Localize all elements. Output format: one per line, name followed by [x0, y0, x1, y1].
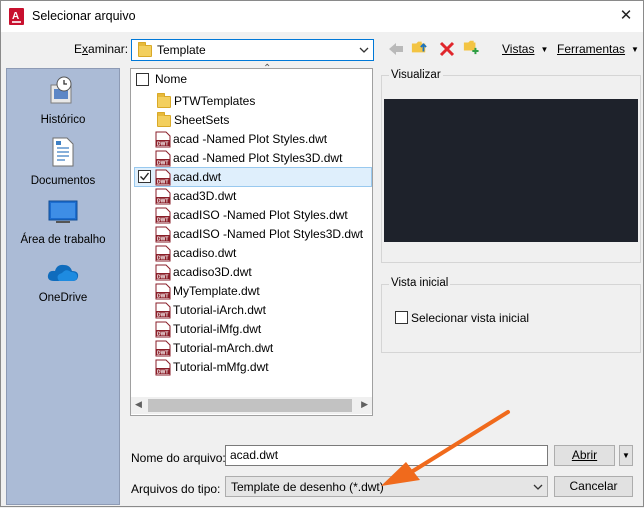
file-name-label: Nome do arquivo:	[131, 451, 226, 465]
list-item[interactable]: DWT acadISO -Named Plot Styles.dwt	[155, 206, 371, 225]
svg-text:DWT: DWT	[157, 142, 168, 148]
list-item[interactable]: DWT acad -Named Plot Styles3D.dwt	[155, 149, 371, 168]
dwt-file-icon: DWT	[155, 321, 171, 338]
file-type-combo[interactable]: Template de desenho (*.dwt)	[225, 476, 548, 497]
file-type-value: Template de desenho (*.dwt)	[231, 480, 384, 494]
dropdown-arrow-icon: ▼	[540, 45, 549, 54]
list-item[interactable]: DWT acadiso3D.dwt	[155, 263, 371, 282]
folder-icon	[138, 42, 152, 57]
new-folder-icon[interactable]	[462, 39, 480, 55]
scroll-right-icon[interactable]: ▶	[361, 399, 368, 410]
list-item[interactable]: SheetSets	[156, 111, 372, 130]
checkmark-icon	[140, 172, 150, 181]
documents-icon	[52, 137, 74, 167]
folder-up-icon[interactable]	[410, 39, 428, 55]
preview-image	[384, 99, 638, 242]
list-item-selected[interactable]: DWT acad.dwt	[155, 168, 371, 187]
dwt-file-icon: DWT	[155, 188, 171, 205]
onedrive-icon	[47, 264, 79, 281]
preview-title: Visualizar	[389, 69, 443, 81]
list-item[interactable]: DWT Tutorial-iArch.dwt	[155, 301, 371, 320]
initial-view-title: Vista inicial	[389, 277, 451, 289]
folder-icon	[157, 112, 171, 127]
dwt-file-icon: DWT	[155, 245, 171, 262]
tools-menu-button[interactable]: Ferramentas ▼	[557, 42, 639, 56]
dwt-file-icon: DWT	[155, 283, 171, 300]
svg-text:DWT: DWT	[157, 218, 168, 224]
select-initial-view-checkbox[interactable]	[395, 311, 408, 324]
dwt-file-icon: DWT	[155, 150, 171, 167]
list-item[interactable]: DWT Tutorial-iMfg.dwt	[155, 320, 371, 339]
look-in-value: Template	[157, 43, 206, 57]
cancel-button[interactable]: Cancelar	[554, 476, 633, 497]
place-onedrive[interactable]: OneDrive	[7, 259, 119, 304]
list-item[interactable]: PTWTemplates	[156, 92, 372, 111]
places-bar: Histórico Documentos Área de trabalho On…	[6, 68, 120, 505]
dwt-file-icon: DWT	[155, 226, 171, 243]
autocad-app-icon: A	[9, 8, 24, 25]
svg-text:DWT: DWT	[157, 370, 168, 376]
dropdown-arrow-icon: ▼	[622, 451, 630, 460]
close-icon[interactable]: ✕	[615, 6, 637, 26]
dwt-file-icon: DWT	[155, 302, 171, 319]
list-item[interactable]: DWT acadiso.dwt	[155, 244, 371, 263]
chevron-down-icon	[533, 484, 543, 490]
svg-text:DWT: DWT	[157, 275, 168, 281]
look-in-combo[interactable]: Template	[131, 39, 374, 61]
row-checkbox[interactable]	[138, 170, 151, 183]
file-name-field[interactable]: acad.dwt	[225, 445, 548, 466]
svg-text:DWT: DWT	[157, 180, 168, 186]
select-initial-view-label: Selecionar vista inicial	[411, 311, 530, 325]
horizontal-scrollbar[interactable]: ◀ ▶	[131, 397, 372, 414]
history-icon	[50, 76, 72, 104]
dwt-file-icon: DWT	[155, 359, 171, 376]
back-arrow-icon[interactable]	[387, 41, 405, 57]
scroll-left-icon[interactable]: ◀	[135, 399, 142, 410]
list-item[interactable]: DWT Tutorial-mArch.dwt	[155, 339, 371, 358]
sort-ascending-icon: ⌃	[263, 63, 272, 74]
list-item[interactable]: DWT acadISO -Named Plot Styles3D.dwt	[155, 225, 371, 244]
select-file-dialog: A Selecionar arquivo ✕ Examinar: Templat…	[0, 0, 644, 507]
select-all-checkbox[interactable]	[136, 73, 149, 86]
svg-text:DWT: DWT	[157, 161, 168, 167]
place-label: Área de trabalho	[20, 234, 106, 246]
svg-text:DWT: DWT	[157, 351, 168, 357]
open-button[interactable]: Abrir	[554, 445, 615, 466]
place-documents[interactable]: Documentos	[7, 136, 119, 187]
dwt-file-icon: DWT	[155, 131, 171, 148]
place-history[interactable]: Histórico	[7, 75, 119, 126]
open-options-dropdown[interactable]: ▼	[619, 445, 633, 466]
delete-icon[interactable]	[438, 41, 456, 57]
list-item[interactable]: DWT MyTemplate.dwt	[155, 282, 371, 301]
place-label: OneDrive	[38, 292, 88, 304]
dwt-file-icon: DWT	[155, 169, 171, 186]
svg-text:DWT: DWT	[157, 237, 168, 243]
list-item[interactable]: DWT acad -Named Plot Styles.dwt	[155, 130, 371, 149]
folder-icon	[157, 93, 171, 108]
svg-text:DWT: DWT	[157, 199, 168, 205]
svg-text:DWT: DWT	[157, 294, 168, 300]
window-title: Selecionar arquivo	[32, 9, 136, 23]
chevron-down-icon	[359, 47, 369, 53]
dwt-file-icon: DWT	[155, 340, 171, 357]
list-item[interactable]: DWT acad3D.dwt	[155, 187, 371, 206]
place-desktop[interactable]: Área de trabalho	[7, 199, 119, 246]
look-in-label: Examinar:	[74, 42, 129, 56]
dropdown-arrow-icon: ▼	[631, 45, 639, 54]
svg-text:DWT: DWT	[157, 332, 168, 338]
views-menu-button[interactable]: Vistas ▼	[502, 42, 548, 56]
svg-text:A: A	[12, 11, 19, 22]
dwt-file-icon: DWT	[155, 264, 171, 281]
place-label: Documentos	[30, 175, 96, 187]
scrollbar-thumb[interactable]	[148, 399, 352, 412]
column-header-name[interactable]: Nome	[155, 72, 187, 86]
list-item[interactable]: DWT Tutorial-mMfg.dwt	[155, 358, 371, 377]
svg-text:DWT: DWT	[157, 313, 168, 319]
desktop-icon	[48, 200, 78, 223]
place-label: Histórico	[40, 114, 86, 126]
file-type-label: Arquivos do tipo:	[131, 482, 221, 496]
title-bar: A Selecionar arquivo ✕	[1, 1, 643, 32]
dwt-file-icon: DWT	[155, 207, 171, 224]
svg-text:DWT: DWT	[157, 256, 168, 262]
